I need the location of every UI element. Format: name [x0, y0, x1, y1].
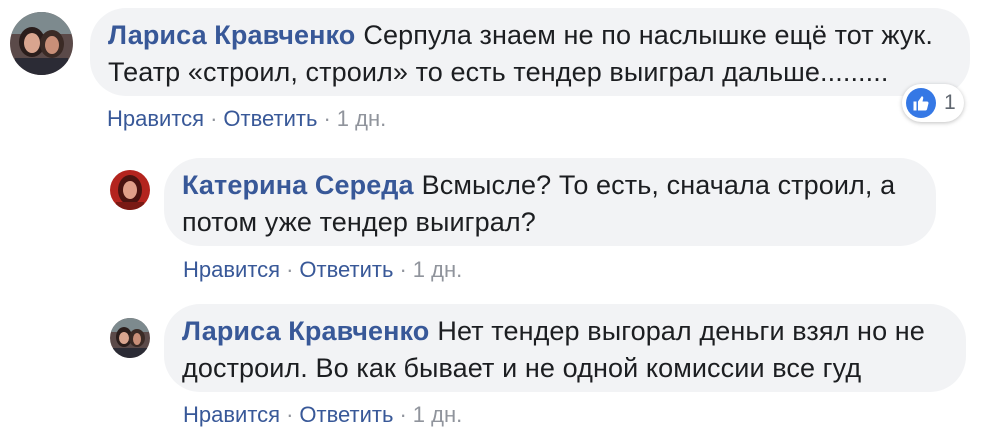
comment-line: Всмысле? То есть, сначала строил, а [421, 170, 896, 200]
comment-2: Катерина Середа Всмысле? То есть, сначала… [0, 150, 1008, 290]
separator-dot: · [286, 257, 294, 282]
like-link[interactable]: Нравится [183, 257, 280, 282]
comment-actions: Нравится · Ответить · 1 дн. [183, 402, 462, 428]
avatar[interactable] [10, 12, 73, 75]
reply-link[interactable]: Ответить [299, 257, 393, 282]
separator-dot: · [399, 257, 407, 282]
comment-actions: Нравится · Ответить · 1 дн. [183, 257, 462, 283]
separator-dot: · [286, 402, 294, 427]
comment-timestamp[interactable]: 1 дн. [413, 402, 462, 427]
comment-text: Лариса Кравченко Серпула знаем не по насл… [108, 17, 952, 91]
comment-line: Серпула знаем не по наслышке ещё тот жук… [363, 20, 933, 50]
comment-timestamp[interactable]: 1 дн. [413, 257, 462, 282]
comment-line: Театр «строил, строил» то есть тендер вы… [108, 57, 889, 87]
avatar[interactable] [110, 318, 150, 358]
like-link[interactable]: Нравится [183, 402, 280, 427]
comment-bubble: Лариса Кравченко Нет тендер выгорал деньг… [164, 304, 966, 392]
separator-dot: · [399, 402, 407, 427]
comment-text: Катерина Середа Всмысле? То есть, сначала… [182, 167, 918, 241]
reaction-count: 1 [944, 91, 956, 114]
comment-author[interactable]: Катерина Середа [182, 170, 414, 200]
comment-line: Нет тендер выгорал деньги взял но не [437, 316, 925, 346]
separator-dot: · [210, 106, 218, 131]
comment-line: достроил. Во как бывает и не одной комис… [182, 353, 862, 383]
like-link[interactable]: Нравится [107, 106, 204, 131]
reply-link[interactable]: Ответить [223, 106, 317, 131]
comment-bubble: Катерина Середа Всмысле? То есть, сначала… [164, 158, 936, 246]
comment-line: потом уже тендер выиграл? [182, 207, 536, 237]
comment-actions: Нравится · Ответить · 1 дн. [107, 106, 386, 132]
reaction-badge[interactable]: 1 [902, 84, 964, 122]
comment-timestamp[interactable]: 1 дн. [337, 106, 386, 131]
thumbs-up-icon [906, 88, 936, 118]
comment-bubble: Лариса Кравченко Серпула знаем не по насл… [90, 8, 970, 96]
comment-author[interactable]: Лариса Кравченко [108, 20, 355, 50]
separator-dot: · [323, 106, 331, 131]
comment-text: Лариса Кравченко Нет тендер выгорал деньг… [182, 313, 948, 387]
avatar[interactable] [110, 170, 150, 210]
comment-3: Лариса Кравченко Нет тендер выгорал деньг… [0, 296, 1008, 444]
reply-link[interactable]: Ответить [299, 402, 393, 427]
comment-author[interactable]: Лариса Кравченко [182, 316, 429, 346]
comment-1: Лариса Кравченко Серпула знаем не по насл… [0, 0, 1008, 140]
